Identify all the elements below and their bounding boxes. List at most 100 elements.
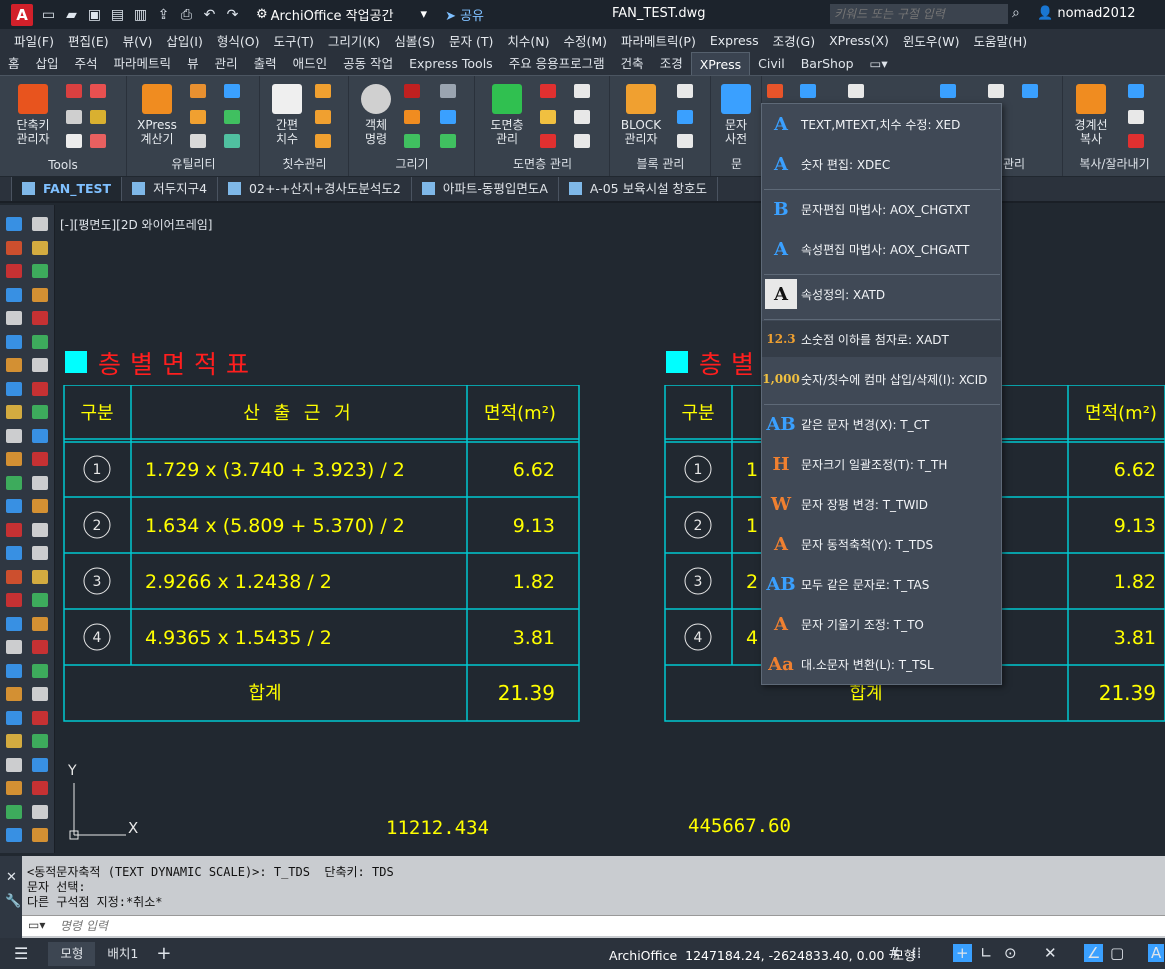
flyout-item[interactable]: Aa 대.소문자 변환(L): T_TSL: [762, 646, 1001, 682]
dim-icon[interactable]: [315, 84, 331, 98]
toolbar-tool-icon[interactable]: [32, 264, 48, 278]
toolbar-tool-icon[interactable]: [32, 475, 48, 490]
ribbon-options-icon[interactable]: ▭▾: [862, 52, 896, 75]
menu-item[interactable]: 윈도우(W): [903, 31, 960, 50]
flyout-item[interactable]: A 문자 기울기 조정: T_TO: [762, 606, 1001, 642]
text-dictionary-button[interactable]: 문자 사전: [718, 84, 754, 146]
menu-item[interactable]: 편집(E): [68, 31, 109, 50]
publish-icon[interactable]: ▥: [133, 7, 148, 23]
ribbon-tab[interactable]: 건축: [613, 52, 652, 75]
ribbon-tab[interactable]: 홈: [0, 52, 28, 75]
toolbar-tool-icon[interactable]: [6, 452, 22, 466]
command-prompt-icon[interactable]: ▭▾: [28, 918, 45, 932]
toolbar-tool-icon[interactable]: [32, 640, 48, 654]
shortcut-manager-button[interactable]: 단축키 관리자: [8, 84, 58, 146]
polar-icon[interactable]: ⊙: [1004, 944, 1017, 962]
manage-tool-icon[interactable]: [1022, 84, 1038, 98]
flyout-item[interactable]: A 문자 동적축척(Y): T_TDS: [762, 526, 1001, 562]
toolbar-tool-icon[interactable]: [32, 428, 48, 443]
ribbon-tab[interactable]: 주요 응용프로그램: [501, 52, 613, 75]
search-input[interactable]: [830, 4, 1008, 24]
toolbar-tool-icon[interactable]: [32, 311, 48, 325]
copy-tool-icon[interactable]: [1128, 134, 1144, 148]
flyout-item[interactable]: H 문자크기 일괄조정(T): T_TH: [762, 446, 1001, 482]
dim-icon[interactable]: [315, 134, 331, 148]
flyout-item[interactable]: AB 모두 같은 문자로: T_TAS: [762, 566, 1001, 602]
menu-item[interactable]: 그리기(K): [328, 31, 380, 50]
flyout-item[interactable]: AB 같은 문자 변경(X): T_CT: [762, 406, 1001, 442]
layer-tool-icon[interactable]: [574, 134, 590, 148]
toolbar-tool-icon[interactable]: [32, 663, 48, 678]
manage-tool-icon[interactable]: [940, 84, 956, 98]
app-logo-icon[interactable]: A: [11, 3, 33, 26]
flyout-item[interactable]: B 문자편집 마법사: AOX_CHGTXT: [762, 191, 1001, 227]
toolbar-tool-icon[interactable]: [6, 593, 22, 607]
menu-item[interactable]: XPress(X): [829, 33, 889, 48]
toolbar-tool-icon[interactable]: [32, 381, 48, 396]
open-folder-icon[interactable]: ▰: [64, 7, 79, 23]
toolbar-tool-icon[interactable]: [32, 240, 48, 255]
toolbar-tool-icon[interactable]: [6, 710, 22, 725]
toolbar-tool-icon[interactable]: [6, 358, 22, 372]
flyout-item[interactable]: 12.3 소숫점 이하를 첨자로: XADT: [762, 321, 1001, 357]
toolbar-tool-icon[interactable]: [32, 546, 48, 560]
toolbar-tool-icon[interactable]: [32, 405, 48, 419]
block-tool-icon[interactable]: [677, 84, 693, 98]
toolbar-tool-icon[interactable]: [32, 687, 48, 701]
toolbar-tool-icon[interactable]: [6, 405, 22, 419]
draw-icon[interactable]: [440, 110, 456, 124]
document-tab[interactable]: FAN_TEST: [12, 177, 123, 201]
utility-icon[interactable]: [224, 110, 240, 124]
toolbar-tool-icon[interactable]: [6, 757, 22, 772]
toolbar-tool-icon[interactable]: [6, 828, 22, 842]
copy-tool-icon[interactable]: [1128, 84, 1144, 98]
draw-icon[interactable]: [440, 84, 456, 98]
toolbar-tool-icon[interactable]: [6, 475, 22, 490]
upload-icon[interactable]: ⇪: [156, 7, 171, 23]
flyout-item[interactable]: A 속성편집 마법사: AOX_CHGATT: [762, 231, 1001, 267]
utility-icon[interactable]: [190, 134, 206, 148]
toolbar-tool-icon[interactable]: [6, 569, 22, 584]
layer-tool-icon[interactable]: [540, 134, 556, 148]
snap-icon[interactable]: ⁞⁞: [912, 944, 922, 962]
command-input-box[interactable]: ▭▾: [22, 915, 1165, 936]
menu-item[interactable]: 조경(G): [773, 31, 815, 50]
toolbar-tool-icon[interactable]: [6, 428, 22, 443]
share-button[interactable]: ➤ 공유: [445, 5, 484, 24]
simple-dimension-button[interactable]: 간편 치수: [267, 84, 307, 146]
toolbar-tool-icon[interactable]: [6, 663, 22, 678]
document-tab[interactable]: 아파트-동평입면도A: [412, 177, 559, 201]
draw-icon[interactable]: [404, 84, 420, 98]
document-tab[interactable]: 02+-+산지+경사도분석도2: [218, 177, 412, 201]
tool-icon[interactable]: [66, 134, 82, 148]
utility-icon[interactable]: [224, 134, 240, 148]
flyout-item[interactable]: A 속성정의: XATD: [762, 276, 1001, 312]
toolbar-tool-icon[interactable]: [32, 452, 48, 466]
flyout-item[interactable]: W 문자 장평 변경: T_TWID: [762, 486, 1001, 522]
toolbar-tool-icon[interactable]: [6, 687, 22, 701]
toolbar-tool-icon[interactable]: [32, 522, 48, 537]
tool-icon[interactable]: [66, 84, 82, 98]
print-icon[interactable]: ⎙: [179, 7, 194, 23]
toolbar-tool-icon[interactable]: [32, 569, 48, 584]
toolbar-tool-icon[interactable]: [6, 546, 22, 560]
draw-icon[interactable]: [404, 134, 420, 148]
viewport-label[interactable]: [-][평면도][2D 와이어프레임]: [60, 216, 212, 233]
menu-item[interactable]: Express: [710, 33, 759, 48]
tool-icon[interactable]: [90, 134, 106, 148]
tab-grip[interactable]: [0, 177, 12, 201]
menu-item[interactable]: 도구(T): [273, 31, 313, 50]
lineweight-icon[interactable]: ▢: [1110, 944, 1124, 962]
ribbon-tab[interactable]: 삽입: [28, 52, 67, 75]
xpress-calculator-button[interactable]: XPress 계산기: [134, 84, 180, 146]
menu-item[interactable]: 삽입(I): [166, 31, 202, 50]
hamburger-icon[interactable]: ☰: [14, 944, 28, 963]
flyout-item[interactable]: A TEXT,MTEXT,치수 수정: XED: [762, 106, 1001, 142]
toolbar-tool-icon[interactable]: [6, 217, 22, 231]
utility-icon[interactable]: [224, 84, 240, 98]
toolbar-tool-icon[interactable]: [6, 640, 22, 654]
toolbar-tool-icon[interactable]: [6, 240, 22, 255]
toolbar-tool-icon[interactable]: [32, 287, 48, 302]
menu-item[interactable]: 뷰(V): [123, 31, 153, 50]
copy-tool-icon[interactable]: [1128, 110, 1144, 124]
